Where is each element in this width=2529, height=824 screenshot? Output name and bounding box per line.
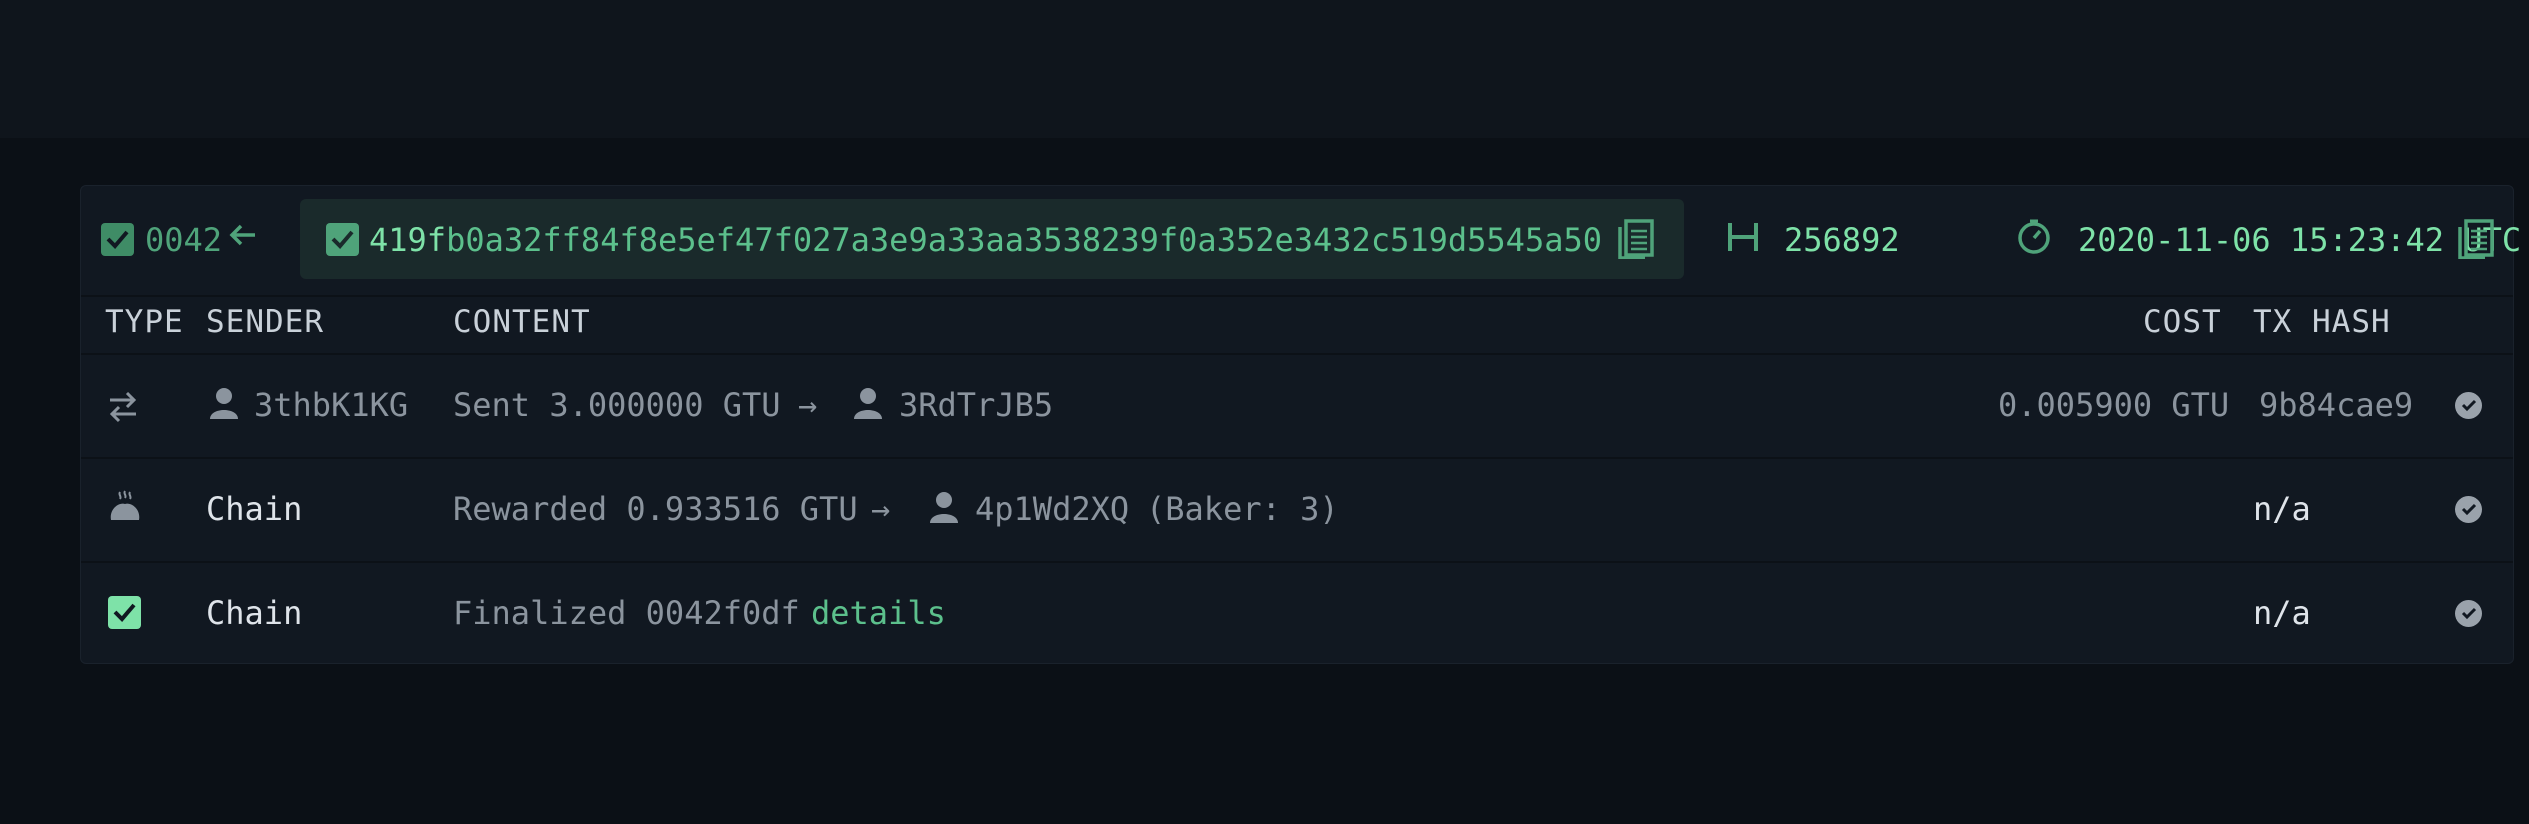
stopwatch-icon [2016,219,2052,264]
height-icon [1726,220,1760,263]
sender-chain: Chain [206,594,303,632]
column-header-tx-hash: TX HASH [2253,304,2391,340]
content-text: Finalized 0042f0df [453,594,800,632]
finalized-check-icon [101,223,134,256]
table-row[interactable]: Chain Rewarded 0.933516 GTU → 4p1Wd2XQ (… [81,459,2513,561]
baker-label: (Baker: 3) [1146,490,1339,528]
block-hash[interactable]: 419fb0a32ff84f8e5ef47f027a3e9a33aa353823… [369,220,1602,260]
column-header-type: TYPE [105,304,184,340]
column-header-cost: COST [2143,304,2222,340]
success-check-icon [2455,496,2482,523]
finalized-check-icon [108,596,141,629]
bread-icon [109,490,141,533]
tx-hash-link[interactable]: 9b84cae9 [2259,385,2413,425]
finalized-check-icon [326,223,359,256]
content-text: Rewarded 0.933516 GTU [453,490,858,528]
transfer-icon [107,388,139,433]
column-header-sender: SENDER [206,304,324,340]
top-bar [0,0,2529,138]
sender-chain: Chain [206,490,303,528]
block-panel: 0042 419fb0a32ff84f8e5ef47f027a3e9a33aa3… [80,185,2521,665]
block-prefix[interactable]: 0042 [145,220,222,260]
content-text: Sent 3.000000 GTU [453,386,781,424]
block-timestamp: 2020-11-06 15:23:42 UTC [2078,221,2522,259]
details-link[interactable]: details [811,593,946,633]
arrow-right-icon: → [871,490,891,528]
success-check-icon [2455,392,2482,419]
copy-icon[interactable] [2457,219,2495,268]
cost-value: 0.005900 GTU [1998,386,2230,424]
recipient-account[interactable]: 4p1Wd2XQ [975,489,1129,529]
copy-icon[interactable] [1617,219,1655,268]
tx-hash-value: n/a [2253,594,2311,632]
block-hash-box: 419fb0a32ff84f8e5ef47f027a3e9a33aa353823… [300,199,1684,279]
arrow-right-icon: → [798,386,818,424]
block-height: 256892 [1784,221,1900,259]
user-icon [208,386,240,429]
user-icon [928,490,960,533]
table-row[interactable]: 3thbK1KG Sent 3.000000 GTU → 3RdTrJB5 0.… [81,355,2513,457]
user-icon [852,386,884,429]
arrow-left-icon[interactable] [227,219,259,260]
block-header: 0042 419fb0a32ff84f8e5ef47f027a3e9a33aa3… [81,186,2521,295]
divider [81,295,2513,297]
table-row[interactable]: Chain Finalized 0042f0df details n/a [81,563,2513,665]
recipient-account[interactable]: 3RdTrJB5 [899,385,1053,425]
success-check-icon [2455,600,2482,627]
sender-account[interactable]: 3thbK1KG [254,385,408,425]
tx-hash-value: n/a [2253,490,2311,528]
column-header-content: CONTENT [453,304,591,340]
